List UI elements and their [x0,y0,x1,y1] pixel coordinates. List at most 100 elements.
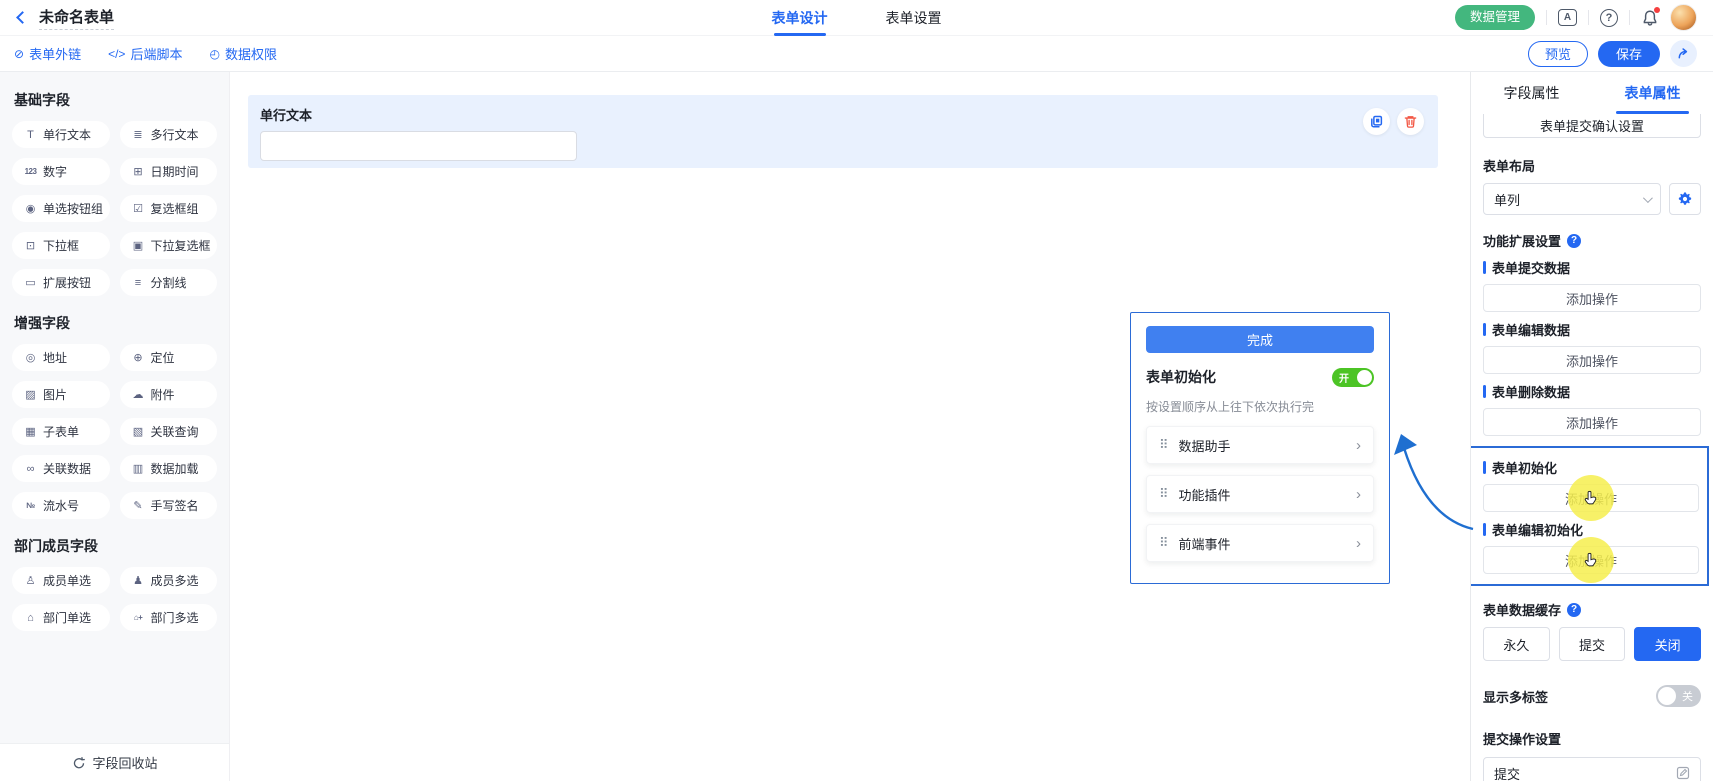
init-toggle-on[interactable]: 开 [1332,368,1374,387]
help-icon[interactable]: ? [1600,9,1618,27]
panel-section-title: 表单编辑数据 [1492,320,1570,339]
header-tabs: 表单设计 表单设置 [772,0,942,36]
cache-head: 表单数据缓存 ? [1483,600,1701,619]
external-link-icon: ⊘ [14,48,24,60]
add-action-button[interactable]: 添加操作 [1483,346,1701,374]
drag-handle-icon[interactable]: ⠿ [1159,486,1169,502]
popup-list-item[interactable]: ⠿功能插件› [1146,475,1374,513]
field-pill-扩展按钮[interactable]: ▭扩展按钮 [12,269,110,296]
multi-tab-toggle-off[interactable]: 关 [1656,685,1701,707]
field-pill-分割线[interactable]: ≡分割线 [120,269,218,296]
toolbar-link[interactable]: </>后端脚本 [108,44,182,63]
field-pill-数字[interactable]: 123数字 [12,158,110,185]
save-button[interactable]: 保存 [1598,41,1660,67]
header-tab-form-settings[interactable]: 表单设置 [886,0,942,36]
panel-tab-form-props[interactable]: 表单属性 [1592,72,1713,114]
help-badge-icon[interactable]: ? [1567,234,1581,248]
field-type-icon: ◎ [22,351,39,364]
drag-handle-icon[interactable]: ⠿ [1159,535,1169,551]
data-manage-button[interactable]: 数据管理 [1455,5,1535,30]
help-badge-icon[interactable]: ? [1567,603,1581,617]
layout-settings-button[interactable] [1669,183,1701,215]
delete-field-button[interactable] [1397,108,1424,135]
field-pill-label: 复选框组 [151,200,199,217]
header-tab-form-design[interactable]: 表单设计 [772,0,828,36]
field-pill-单选按钮组[interactable]: ◉ 单选按钮组 [12,195,110,222]
submit-confirm-settings-button[interactable]: 表单提交确认设置 [1483,114,1701,138]
preview-button[interactable]: 预览 [1528,41,1588,67]
form-layout-label: 表单布局 [1483,156,1701,175]
popup-list-item[interactable]: ⠿前端事件› [1146,524,1374,562]
cache-option-提交[interactable]: 提交 [1559,627,1626,661]
share-button[interactable] [1670,40,1697,67]
top-header: 未命名表单 表单设计 表单设置 数据管理 A ? [0,0,1713,36]
field-recycle-bin[interactable]: 字段回收站 [0,743,230,781]
add-action-button[interactable]: 添加操作 [1483,284,1701,312]
field-type-icon: № [22,501,39,510]
notification-bell-icon[interactable] [1641,9,1659,27]
toggle-knob [1658,687,1676,705]
contacts-icon[interactable]: A [1558,9,1577,26]
cache-option-永久[interactable]: 永久 [1483,627,1550,661]
toolbar-link[interactable]: ◴数据权限 [209,44,277,63]
field-pill-日期时间[interactable]: ⊞日期时间 [120,158,218,185]
section-bar [1483,323,1486,336]
field-library-sidebar: 基础字段T单行文本≣多行文本123数字⊞日期时间◉单选按钮组☑复选框组⊡下拉框▣… [0,72,230,781]
field-pill-label: 单选按钮组 [43,200,103,217]
add-action-button[interactable]: 添加操作 [1483,484,1699,512]
layout-select[interactable]: 单列 [1483,183,1661,215]
done-button[interactable]: 完成 [1146,326,1374,353]
trash-icon [1403,114,1418,129]
popup-list-item[interactable]: ⠿数据助手› [1146,426,1374,464]
field-pill-label: 附件 [151,386,175,403]
field-card-single-line-text[interactable]: 单行文本 [248,95,1438,168]
cursor-highlight [1568,537,1614,583]
field-pill-部门单选[interactable]: ⌂部门单选 [12,604,110,631]
field-pill-下拉框[interactable]: ⊡下拉框 [12,232,110,259]
field-type-icon: ▥ [130,462,147,475]
field-pill-流水号[interactable]: №流水号 [12,492,110,519]
field-type-icon: ≣ [130,128,147,141]
panel-tab-field-props[interactable]: 字段属性 [1471,72,1592,114]
field-pill-附件[interactable]: ☁附件 [120,381,218,408]
edit-icon[interactable] [1676,766,1690,780]
field-pill-label: 部门多选 [151,609,199,626]
drag-handle-icon[interactable]: ⠿ [1159,437,1169,453]
popup-item-label: 数据助手 [1179,436,1231,455]
field-type-icon: 123 [22,167,39,176]
field-pill-下拉复选框[interactable]: ▣下拉复选框 [120,232,218,259]
back-button[interactable]: 未命名表单 [0,6,114,30]
layout-row: 单列 [1483,183,1701,215]
field-pill-关联数据[interactable]: ∞关联数据 [12,455,110,482]
cache-option-关闭[interactable]: 关闭 [1634,627,1701,661]
panel-section-表单提交数据: 表单提交数据添加操作 [1483,258,1701,312]
form-title[interactable]: 未命名表单 [39,6,114,30]
single-line-text-input[interactable] [260,131,577,161]
field-pill-子表单[interactable]: ▦子表单 [12,418,110,445]
field-pill-成员单选[interactable]: ♙成员单选 [12,567,110,594]
field-pill-多行文本[interactable]: ≣多行文本 [120,121,218,148]
field-pill-定位[interactable]: ⊕定位 [120,344,218,371]
field-pill-地址[interactable]: ◎地址 [12,344,110,371]
field-type-icon: ▧ [130,425,147,438]
field-pill-手写签名[interactable]: ✎手写签名 [120,492,218,519]
field-pill-label: 成员单选 [43,572,91,589]
submit-action-input[interactable]: 提交 [1483,757,1701,781]
field-pill-单行文本[interactable]: T单行文本 [12,121,110,148]
field-type-icon: ◉ [22,202,39,215]
field-pill-数据加载[interactable]: ▥数据加载 [120,455,218,482]
copy-field-button[interactable] [1363,108,1390,135]
field-pill-成员多选[interactable]: ♟成员多选 [120,567,218,594]
avatar[interactable] [1670,4,1697,31]
field-pill-关联查询[interactable]: ▧关联查询 [120,418,218,445]
field-pill-图片[interactable]: ▨图片 [12,381,110,408]
panel-section-title-row: 表单删除数据 [1483,382,1701,401]
add-action-button[interactable]: 添加操作 [1483,546,1699,574]
field-pill-部门多选[interactable]: ⌂+部门多选 [120,604,218,631]
toolbar-link[interactable]: ⊘表单外链 [14,44,81,63]
add-action-button[interactable]: 添加操作 [1483,408,1701,436]
share-arrow-icon [1676,46,1691,61]
script-icon: </> [108,48,125,60]
field-pill-复选框组[interactable]: ☑复选框组 [120,195,218,222]
ext-sections: 表单提交数据添加操作表单编辑数据添加操作表单删除数据添加操作 [1483,258,1701,436]
